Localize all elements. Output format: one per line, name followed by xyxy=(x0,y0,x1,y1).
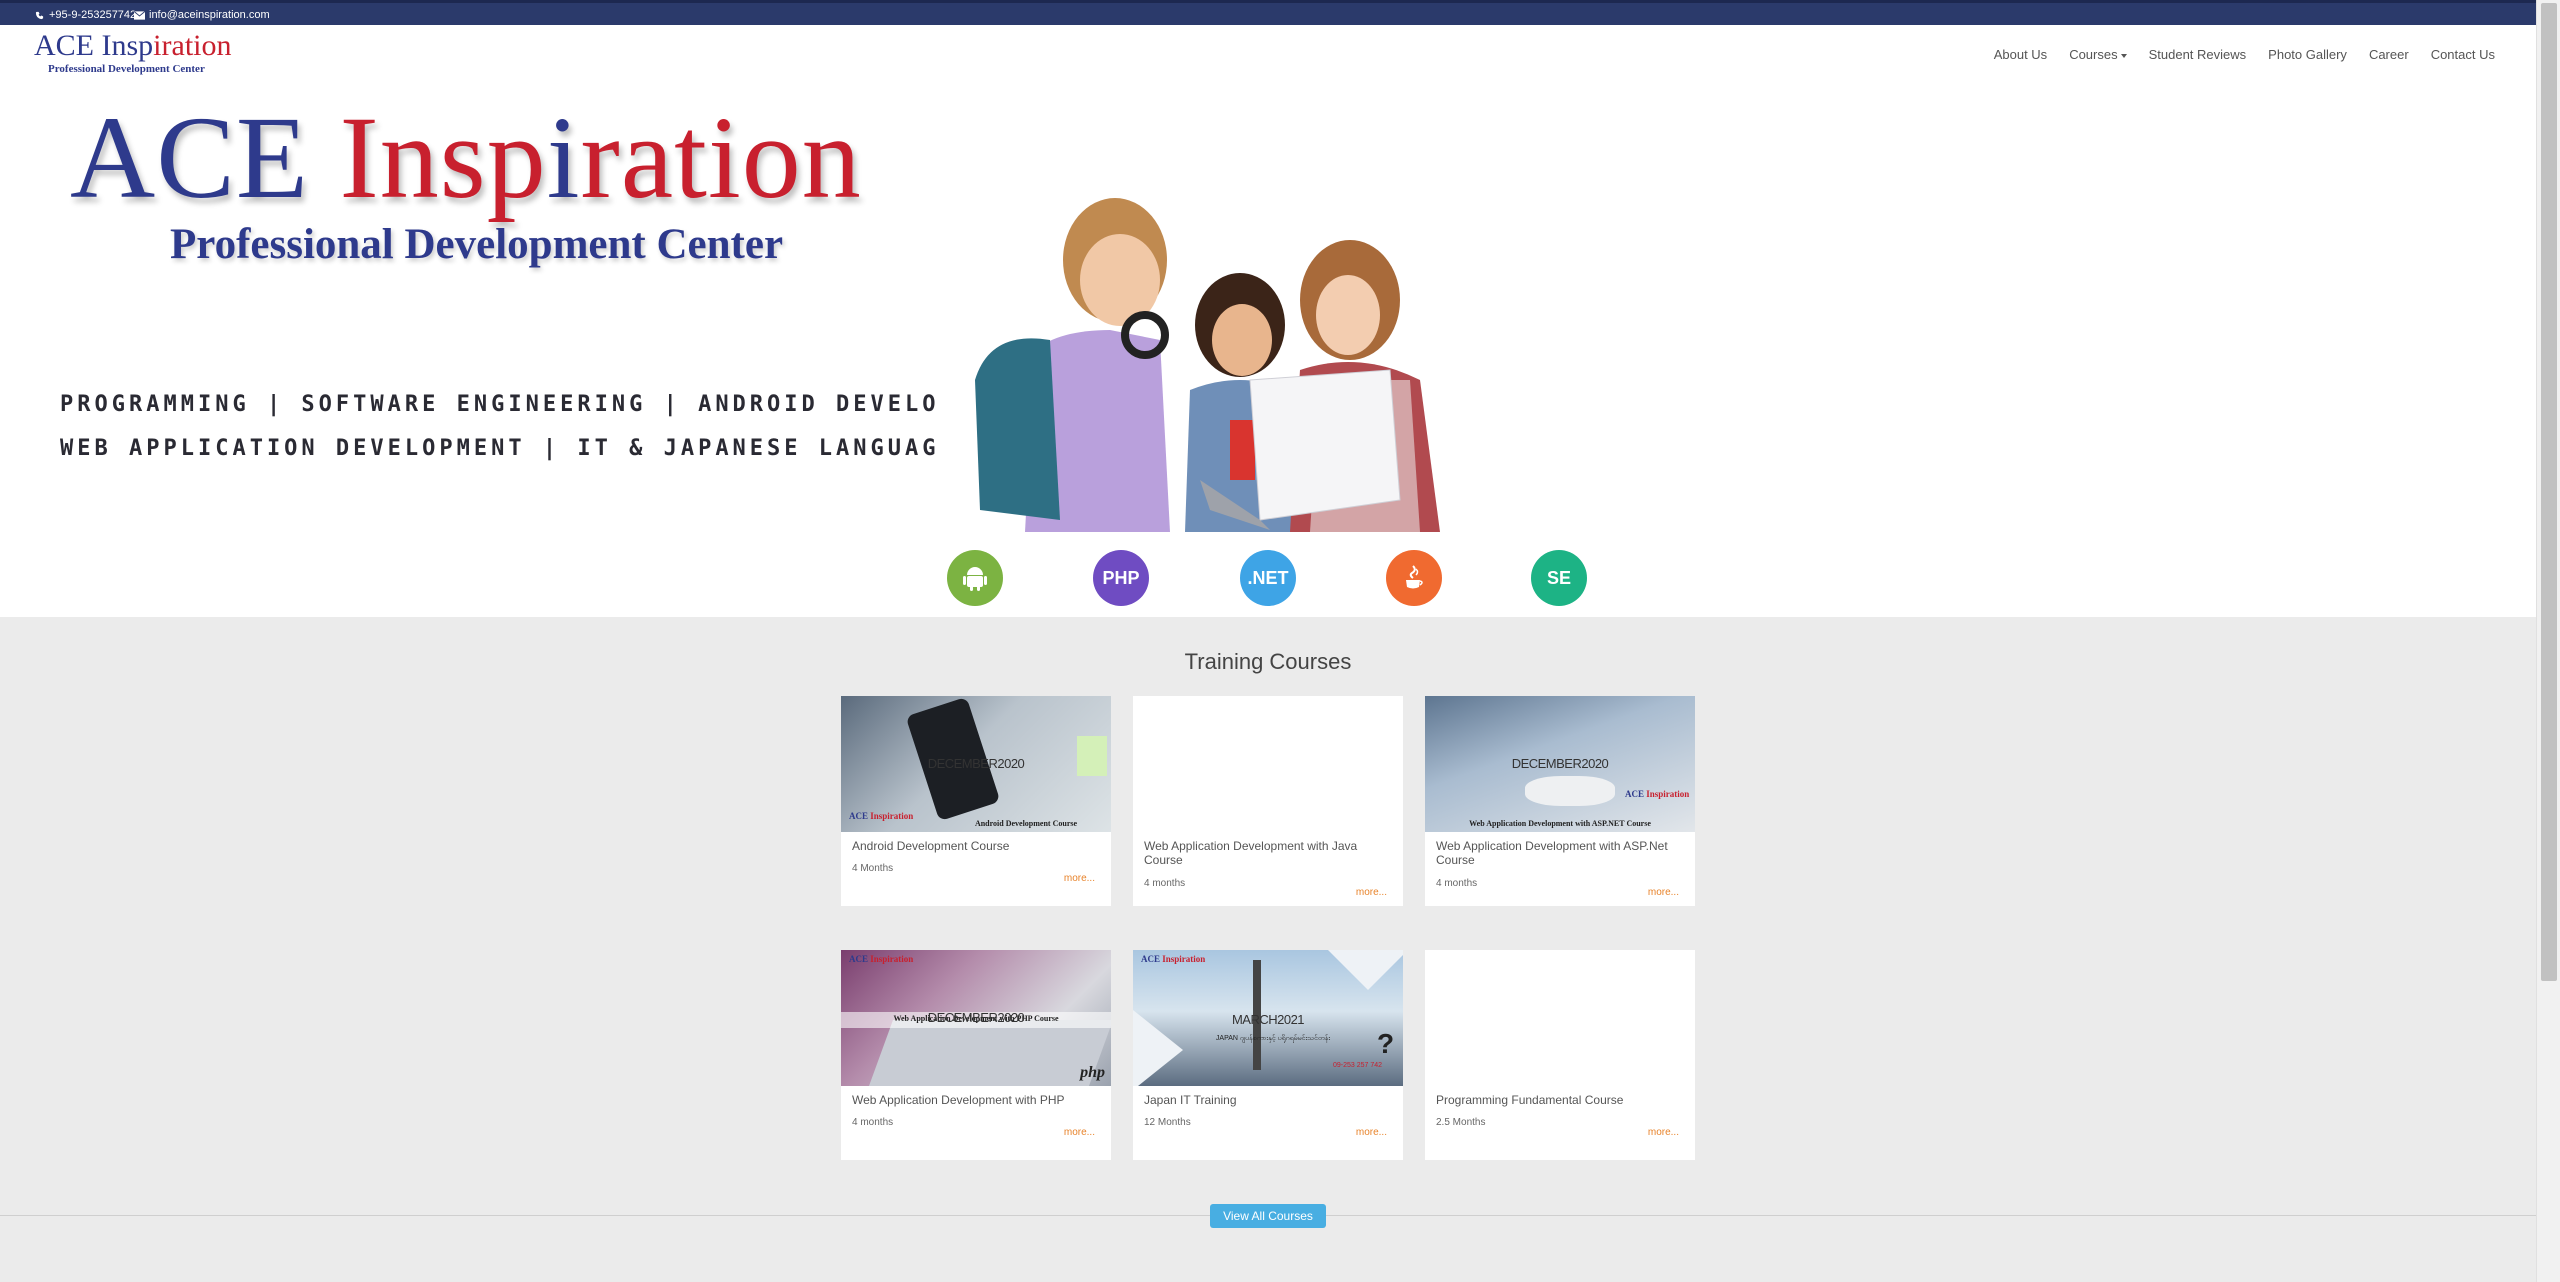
caret-down-icon xyxy=(2120,53,2127,58)
more-link[interactable]: more... xyxy=(1064,873,1095,884)
course-thumbnail xyxy=(1133,696,1403,832)
course-title[interactable]: Web Application Development with ASP.Net… xyxy=(1436,839,1688,867)
more-link[interactable]: more... xyxy=(1648,1127,1679,1138)
thumb-brand: ACE Inspiration xyxy=(849,954,913,964)
hero-subtitle: Professional Development Center xyxy=(170,221,784,268)
view-all-courses-button[interactable]: View All Courses xyxy=(1210,1204,1326,1228)
course-thumbnail: ACE Inspiration DECEMBER2020 Android Dev… xyxy=(841,696,1111,832)
course-thumbnail xyxy=(1425,950,1695,1086)
brand-b: Inspiration xyxy=(1646,789,1690,799)
course-duration: 2.5 Months xyxy=(1436,1117,1486,1128)
course-title[interactable]: Web Application Development with Java Co… xyxy=(1144,839,1396,867)
phone-number: +95-9-253257742 xyxy=(49,9,137,21)
thumb-caption: Android Development Course xyxy=(974,819,1078,828)
chevron-shape xyxy=(1328,950,1403,990)
hero-title-ace: ACE xyxy=(70,92,340,223)
nav-student-reviews[interactable]: Student Reviews xyxy=(2138,47,2258,62)
brand-a: ACE xyxy=(1141,954,1163,964)
android-icon[interactable] xyxy=(947,550,1003,606)
course-duration: 4 months xyxy=(852,1117,894,1128)
email-address: info@aceinspiration.com xyxy=(149,9,270,21)
hero-tagline-1: PROGRAMMING | SOFTWARE ENGINEERING | AND… xyxy=(60,392,1026,417)
training-courses-section: Training Courses ACE Inspiration DECEMBE… xyxy=(0,617,2536,1282)
nav-about-us[interactable]: About Us xyxy=(1983,47,2058,62)
top-contact-bar: +95-9-253257742 info@aceinspiration.com xyxy=(0,0,2536,25)
course-duration: 12 Months xyxy=(1144,1117,1191,1128)
thumb-caption: JAPAN ဂျပန်စကားနှင့် ပရိုဂရမ်မင်းသင်တန်း xyxy=(1215,1035,1331,1042)
course-duration: 4 months xyxy=(1144,878,1186,889)
course-card-php[interactable]: ACE Inspiration Web Application Developm… xyxy=(841,950,1111,1160)
logo-subtitle: Professional Development Center xyxy=(48,63,205,75)
question-mark-icon: ? xyxy=(1377,1028,1395,1059)
nav-career[interactable]: Career xyxy=(2358,47,2420,62)
brand-a: ACE xyxy=(849,811,871,821)
course-title[interactable]: Android Development Course xyxy=(852,839,1104,853)
brand-a: ACE xyxy=(849,954,871,964)
course-icons-row: PHP .NET SE xyxy=(947,550,1587,606)
envelope-icon xyxy=(134,10,145,20)
thumb-brand: ACE Inspiration xyxy=(1141,954,1205,964)
course-title[interactable]: Web Application Development with PHP xyxy=(852,1093,1104,1107)
nav-contact-us[interactable]: Contact Us xyxy=(2420,47,2506,62)
thumb-brand: ACE Inspiration xyxy=(1625,789,1689,799)
brand-b: Inspiration xyxy=(870,954,914,964)
mouse-illustration xyxy=(1525,776,1615,806)
course-duration: 4 months xyxy=(1436,878,1478,889)
section-title: Training Courses xyxy=(1184,649,1352,674)
nav-courses-label: Courses xyxy=(2069,47,2118,62)
course-card-japan-it[interactable]: ACE Inspiration MARCH2021 JAPAN ဂျပန်စကာ… xyxy=(1133,950,1403,1160)
course-card-aspnet[interactable]: ACE Inspiration DECEMBER2020 Web Applica… xyxy=(1425,696,1695,906)
more-link[interactable]: more... xyxy=(1648,887,1679,898)
logo-text-3: ration xyxy=(161,29,232,62)
java-icon[interactable] xyxy=(1386,550,1442,606)
course-month: MARCH2021 xyxy=(1231,1012,1305,1027)
course-thumbnail: ACE Inspiration MARCH2021 JAPAN ဂျပန်စကာ… xyxy=(1133,950,1403,1086)
dotnet-icon[interactable]: .NET xyxy=(1240,550,1296,606)
php-icon[interactable]: PHP xyxy=(1093,550,1149,606)
logo-text-2: i xyxy=(153,29,162,62)
hero-title-insp: Insp xyxy=(339,92,547,223)
logo-text-1: ACE Insp xyxy=(34,29,154,62)
more-link[interactable]: more... xyxy=(1064,1127,1095,1138)
course-thumbnail: ACE Inspiration Web Application Developm… xyxy=(841,950,1111,1086)
course-month: DECEMBER2020 xyxy=(927,1010,1025,1025)
main-nav: About Us Courses Student Reviews Photo G… xyxy=(1983,47,2506,62)
brand-b: Inspiration xyxy=(1162,954,1206,964)
scrollbar-thumb[interactable] xyxy=(2541,3,2557,981)
hero-banner: ACE Inspiration Professional Development… xyxy=(40,80,1470,532)
hero-title: ACE Inspiration xyxy=(70,90,862,226)
course-card-android[interactable]: ACE Inspiration DECEMBER2020 Android Dev… xyxy=(841,696,1111,906)
email-contact[interactable]: info@aceinspiration.com xyxy=(134,9,270,21)
phone-contact[interactable]: +95-9-253257742 xyxy=(34,9,136,21)
php-tag: php xyxy=(1080,1064,1105,1081)
course-title[interactable]: Programming Fundamental Course xyxy=(1436,1093,1688,1107)
site-logo[interactable]: ACE Inspiration xyxy=(34,29,232,63)
students-photo xyxy=(940,150,1470,532)
java-cup-icon xyxy=(1406,565,1423,589)
course-card-programming-fundamental[interactable]: Programming Fundamental Course 2.5 Month… xyxy=(1425,950,1695,1160)
se-icon[interactable]: SE xyxy=(1531,550,1587,606)
course-card-java[interactable]: Web Application Development with Java Co… xyxy=(1133,696,1403,906)
android-robot-icon xyxy=(963,567,987,591)
more-link[interactable]: more... xyxy=(1356,887,1387,898)
phone-icon xyxy=(35,11,44,19)
scrollbar[interactable] xyxy=(2536,0,2560,1282)
hero-title-ration: ration xyxy=(580,92,862,223)
thumb-caption: Web Application Development with ASP.NET… xyxy=(1469,819,1651,828)
navbar: ACE Inspiration Professional Development… xyxy=(0,25,2536,80)
course-thumbnail: ACE Inspiration DECEMBER2020 Web Applica… xyxy=(1425,696,1695,832)
hero-title-i: i xyxy=(546,92,581,223)
course-month: DECEMBER2020 xyxy=(927,756,1025,771)
nav-photo-gallery[interactable]: Photo Gallery xyxy=(2257,47,2358,62)
brand-a: ACE xyxy=(1625,789,1647,799)
thumb-phone: 09-253 257 742 xyxy=(1333,1062,1383,1069)
keyboard-illustration xyxy=(868,1020,1111,1086)
course-duration: 4 Months xyxy=(852,863,894,874)
nav-courses[interactable]: Courses xyxy=(2058,47,2137,62)
course-month: DECEMBER2020 xyxy=(1511,756,1609,771)
course-title[interactable]: Japan IT Training xyxy=(1144,1093,1396,1107)
more-link[interactable]: more... xyxy=(1356,1127,1387,1138)
